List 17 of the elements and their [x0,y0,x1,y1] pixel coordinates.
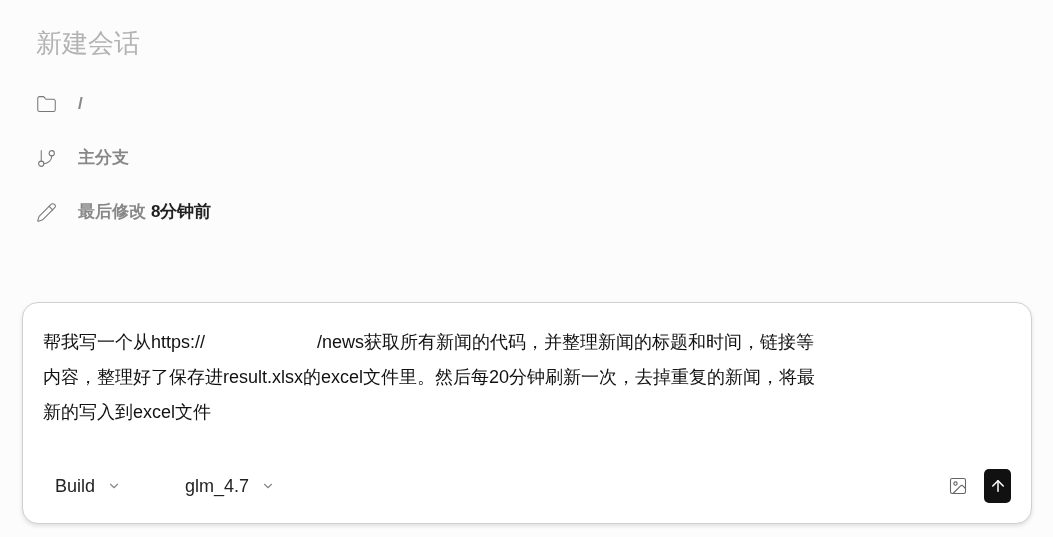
image-icon[interactable] [948,476,968,496]
send-button[interactable] [984,469,1011,503]
info-label: / [78,93,83,116]
folder-icon [36,93,57,115]
info-label: 最后修改 [78,201,146,224]
prompt-text: /news获取所有新闻的代码，并整理新闻的标题和时间，链接等 [317,331,815,354]
prompt-text: 帮我写一个从https:// [43,331,206,354]
prompt-text: 新的写入到excel文件 [43,401,212,424]
prompt-text: 内容，整理好了保存进result.xlsx的excel文件里。然后每20分钟刷新一次，去掉重复的新闻，将最 [43,366,816,389]
info-value: 8分钟前 [151,201,212,224]
model-select[interactable]: glm_4.7 [173,471,288,501]
branch-icon [36,147,57,169]
info-label: 主分支 [78,147,129,170]
prompt-box[interactable]: 帮我写一个从https:// /news获取所有新闻的代码，并整理新闻的标题和时间，链接等 内容，整理好了保存进result.xlsx的excel文件里。然后每20分钟刷新一次，去掉重复的新闻，将最 新的写入到excel文件 Build glm_4.7 [22,302,1032,524]
agent-select[interactable]: Build [43,471,134,501]
session-title: 新建会话 [36,27,141,60]
pencil-icon [36,201,57,223]
